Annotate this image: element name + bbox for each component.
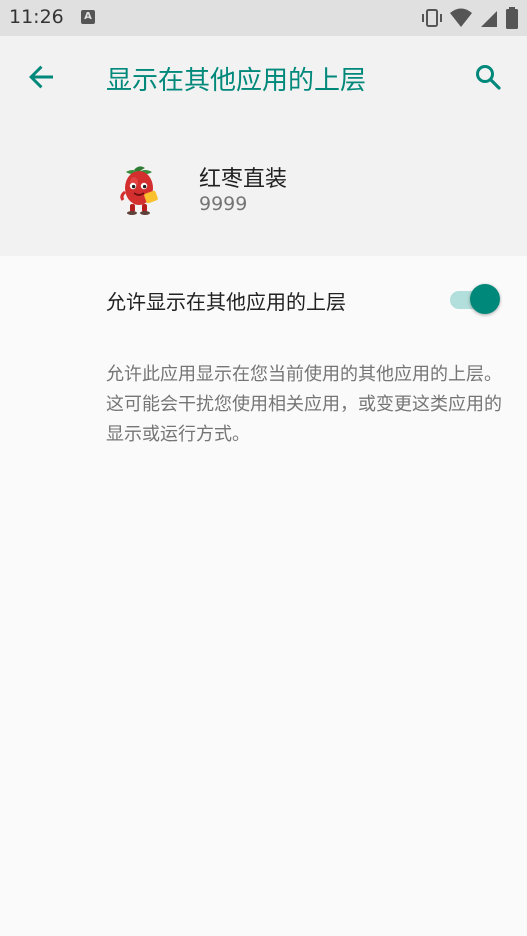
app-notification-icon: A bbox=[81, 10, 95, 24]
permission-description: 允许此应用显示在您当前使用的其他应用的上层。这可能会干扰您使用相关应用，或变更这… bbox=[106, 364, 502, 445]
red-date-mascot-icon bbox=[112, 162, 166, 216]
app-header: 显示在其他应用的上层 红枣直装 9999 bbox=[0, 36, 527, 256]
arrow-back-icon bbox=[29, 65, 53, 89]
search-icon bbox=[476, 65, 501, 90]
wifi-icon bbox=[450, 8, 472, 27]
search-button[interactable] bbox=[467, 56, 509, 98]
cell-signal-icon bbox=[481, 11, 497, 27]
vibrate-icon bbox=[422, 9, 442, 27]
battery-icon bbox=[506, 7, 518, 29]
permission-toggle-row[interactable]: 允许显示在其他应用的上层 bbox=[0, 258, 527, 338]
status-bar: 11:26 A bbox=[0, 0, 527, 36]
app-name: 红枣直装 bbox=[199, 167, 288, 192]
permission-label: 允许显示在其他应用的上层 bbox=[106, 290, 346, 314]
status-time: 11:26 bbox=[9, 6, 64, 28]
status-icons bbox=[421, 6, 519, 30]
switch-thumb bbox=[470, 284, 500, 314]
back-button[interactable] bbox=[20, 56, 62, 98]
page-title: 显示在其他应用的上层 bbox=[106, 66, 367, 96]
permission-switch[interactable] bbox=[448, 281, 500, 315]
app-version: 9999 bbox=[199, 193, 248, 215]
